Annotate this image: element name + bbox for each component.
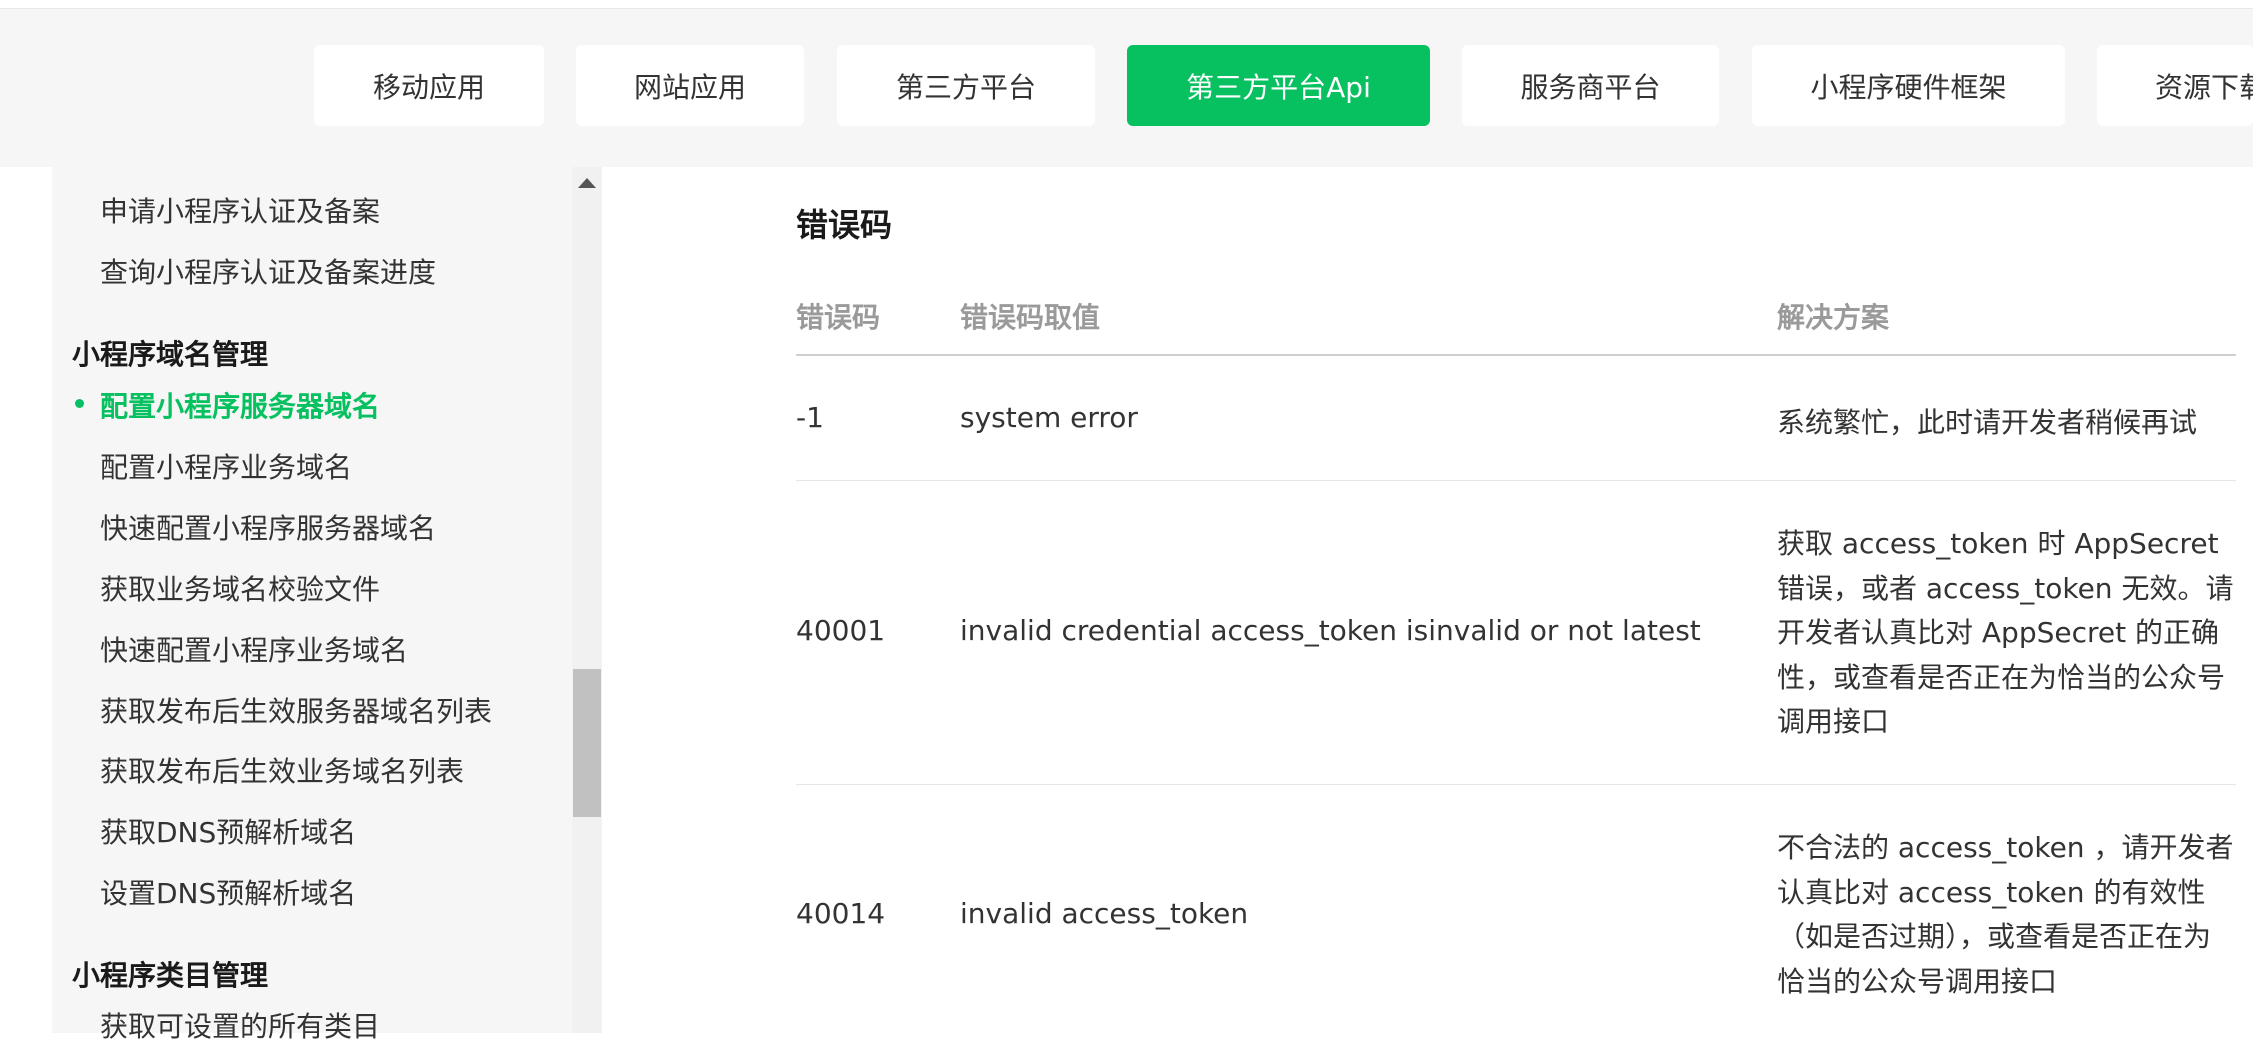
table-header-solution: 解决方案 xyxy=(1777,301,1890,334)
active-bullet-icon xyxy=(75,399,84,408)
table-cell-value: invalid access_token xyxy=(960,897,1249,930)
sidebar-scrollbar[interactable] xyxy=(572,167,602,1033)
tab-mobile-app[interactable]: 移动应用 xyxy=(314,45,544,126)
table-cell-solution: 获取 access_token 时 AppSecret 错误，或者 access… xyxy=(1777,527,2234,738)
sidebar-item[interactable]: 获取发布后生效服务器域名列表 xyxy=(100,690,492,730)
table-row-divider xyxy=(796,480,2236,481)
sidebar-item[interactable]: 获取DNS预解析域名 xyxy=(100,811,356,851)
table-header-code: 错误码 xyxy=(796,301,881,334)
sidebar-item[interactable]: 获取可设置的所有类目 xyxy=(100,1005,380,1045)
sidebar-item[interactable]: 获取业务域名校验文件 xyxy=(100,568,380,608)
tab-third-party-api[interactable]: 第三方平台Api xyxy=(1127,45,1430,126)
table-cell-solution: 系统繁忙，此时请开发者稍候再试 xyxy=(1777,406,2198,439)
table-cell-value: invalid credential access_token isinvali… xyxy=(960,614,1701,647)
table-header-divider xyxy=(796,354,2236,356)
table-row-divider xyxy=(796,784,2236,785)
tab-miniprogram-hardware[interactable]: 小程序硬件框架 xyxy=(1752,45,2065,126)
sidebar-item-server-domain[interactable]: 配置小程序服务器域名 xyxy=(100,385,380,425)
tab-website-app[interactable]: 网站应用 xyxy=(576,45,804,126)
tab-resource-download[interactable]: 资源下载 xyxy=(2097,45,2253,126)
sidebar-item[interactable]: 获取发布后生效业务域名列表 xyxy=(100,750,464,790)
sidebar-item-query-cert[interactable]: 查询小程序认证及备案进度 xyxy=(100,251,436,291)
scroll-up-arrow-icon[interactable] xyxy=(578,178,596,188)
table-cell-code: -1 xyxy=(796,401,824,434)
top-nav: 移动应用 网站应用 第三方平台 第三方平台Api 服务商平台 小程序硬件框架 资… xyxy=(0,9,2253,167)
sidebar-item[interactable]: 设置DNS预解析域名 xyxy=(100,872,356,912)
sidebar-group-domain: 小程序域名管理 xyxy=(72,338,269,371)
table-cell-code: 40001 xyxy=(796,614,886,647)
table-cell-code: 40014 xyxy=(796,897,886,930)
sidebar-item-apply-cert[interactable]: 申请小程序认证及备案 xyxy=(100,190,380,230)
tab-service-provider[interactable]: 服务商平台 xyxy=(1462,45,1719,126)
table-header-value: 错误码取值 xyxy=(960,301,1101,334)
scrollbar-thumb[interactable] xyxy=(573,669,601,817)
sidebar-group-category: 小程序类目管理 xyxy=(72,959,269,992)
sidebar-item[interactable]: 快速配置小程序服务器域名 xyxy=(100,507,436,547)
table-cell-value: system error xyxy=(960,401,1138,434)
sidebar-item[interactable]: 快速配置小程序业务域名 xyxy=(100,629,408,669)
tab-third-party-platform[interactable]: 第三方平台 xyxy=(837,45,1095,126)
top-border xyxy=(0,0,2253,9)
table-cell-solution: 不合法的 access_token ，请开发者认真比对 access_token… xyxy=(1777,831,2234,998)
section-title: 错误码 xyxy=(796,206,893,244)
sidebar-item[interactable]: 配置小程序业务域名 xyxy=(100,446,352,486)
